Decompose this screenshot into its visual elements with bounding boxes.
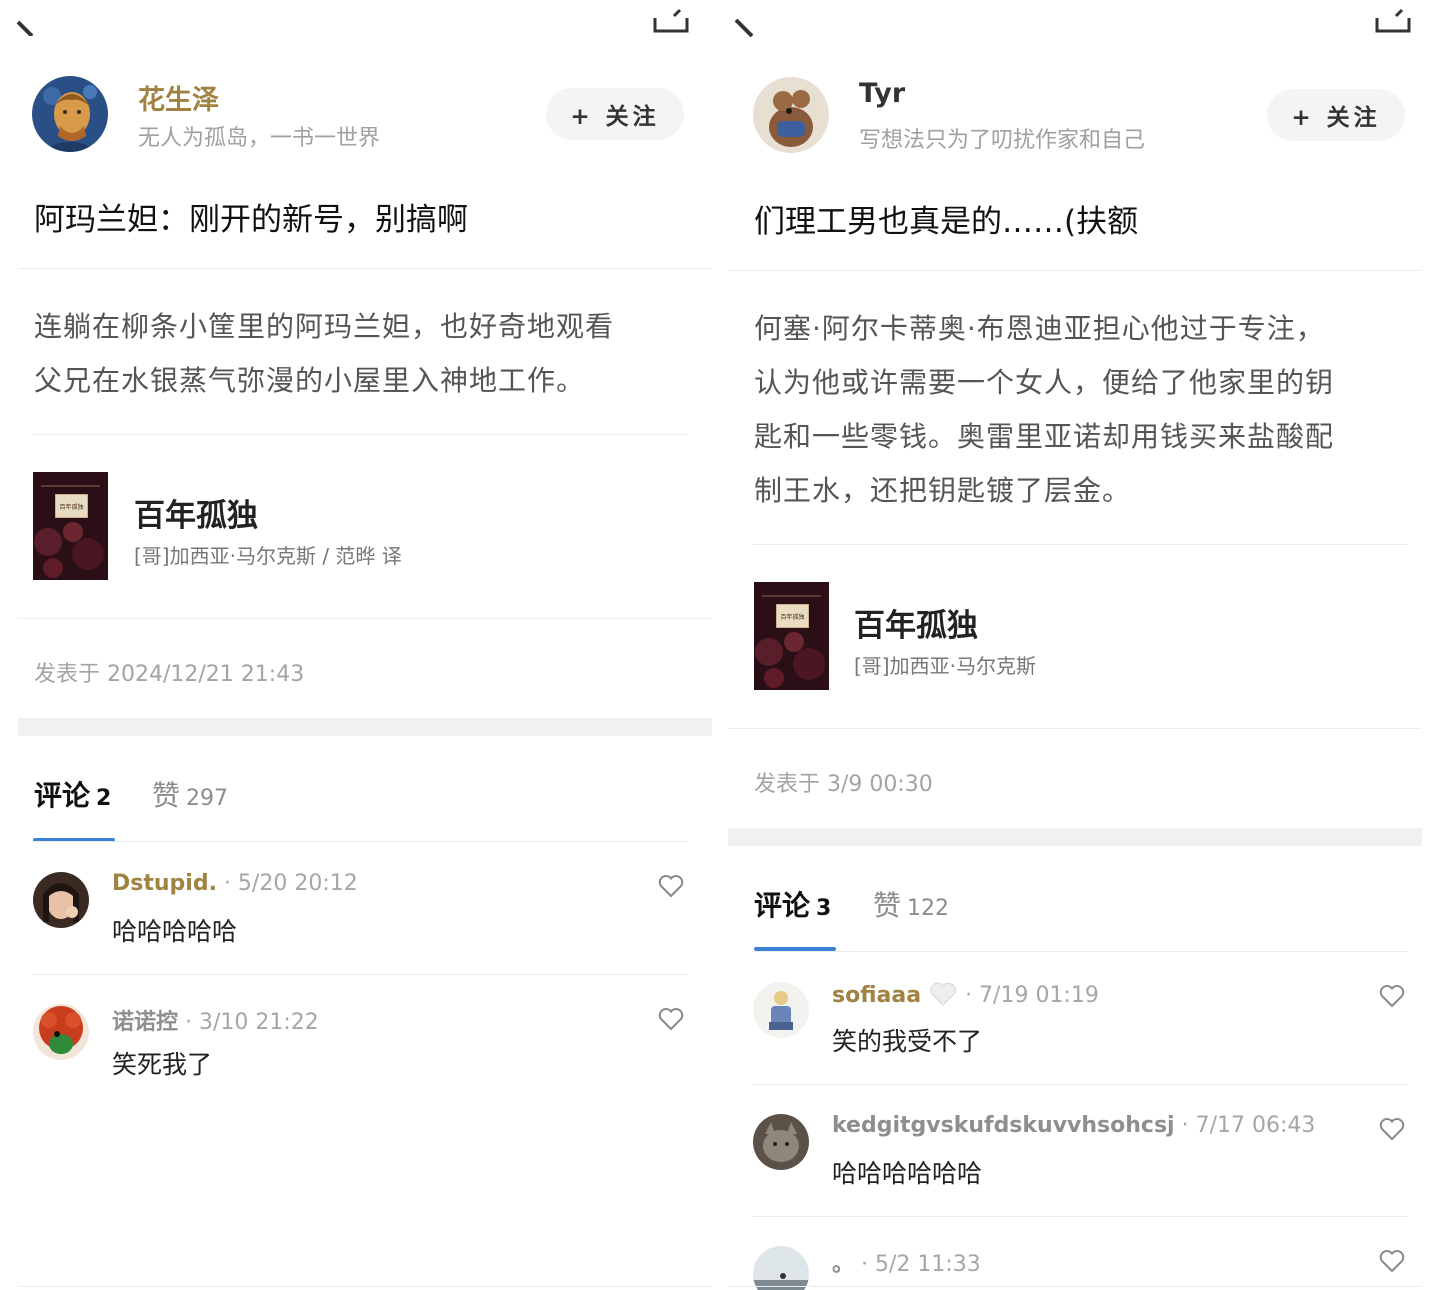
tab-comments[interactable]: 评论 3 (754, 884, 831, 924)
comment-text: 哈哈哈哈哈哈 (832, 1159, 983, 1188)
divider (18, 1286, 712, 1287)
commenter-avatar[interactable] (753, 1246, 809, 1290)
white-heart-icon (930, 982, 956, 1006)
commenter-name[interactable]: Dstupid. (112, 871, 217, 896)
post-body: 连躺在柳条小筐里的阿玛兰妲，也好奇地观看 父兄在水银蒸气弥漫的小屋里入神地工作。 (34, 300, 694, 408)
comment-time: · 3/10 21:22 (185, 1010, 319, 1035)
post-date: 发表于 3/9 00:30 (754, 772, 933, 797)
divider (728, 728, 1422, 729)
post-title: 阿玛兰妲：刚开的新号，别搞啊 (34, 202, 468, 238)
post-body-line: 制王水，还把钥匙镀了层金。 (754, 474, 1132, 507)
book-cover[interactable]: 百年孤独 (33, 472, 108, 580)
right-post-panel: Tyr 写想法只为了叨扰作家和自己 + 关注 们理工男也真是的……(扶额 何塞·… (720, 0, 1440, 1290)
divider (752, 1216, 1408, 1217)
book-cover[interactable]: 百年孤独 (754, 582, 829, 690)
commenter-avatar[interactable] (753, 982, 809, 1038)
like-heart-icon[interactable] (658, 1007, 684, 1031)
post-title: 们理工男也真是的……(扶额 (754, 204, 1139, 240)
divider (32, 974, 688, 975)
book-cover-label: 百年孤独 (55, 494, 88, 518)
book-author: [哥]加西亚·马尔克斯 (854, 654, 1036, 678)
book-title[interactable]: 百年孤独 (134, 490, 258, 535)
author-bio: 写想法只为了叨扰作家和自己 (859, 128, 1146, 153)
author-name[interactable]: 花生泽 (138, 78, 219, 117)
post-body: 何塞·阿尔卡蒂奥·布恩迪亚担心他过于专注， 认为他或许需要一个女人，便给了他家里… (754, 302, 1424, 518)
post-body-line: 认为他或许需要一个女人，便给了他家里的钥 (754, 366, 1335, 399)
book-author: [哥]加西亚·马尔克斯 / 范晔 译 (134, 544, 402, 568)
like-heart-icon[interactable] (1379, 1249, 1405, 1273)
book-cover-label: 百年孤独 (776, 604, 809, 628)
share-icon[interactable] (652, 8, 690, 34)
commenter-name[interactable]: 诺诺控 (112, 1010, 178, 1035)
divider (728, 270, 1422, 271)
divider (752, 1084, 1408, 1085)
divider (18, 268, 712, 269)
commenter-avatar[interactable] (33, 1004, 89, 1060)
author-avatar[interactable] (753, 77, 829, 153)
post-body-line: 连躺在柳条小筐里的阿玛兰妲，也好奇地观看 (34, 310, 615, 343)
divider (728, 1286, 1422, 1287)
post-body-line: 何塞·阿尔卡蒂奥·布恩迪亚担心他过于专注， (754, 312, 1325, 345)
comment-time: · 7/17 06:43 (1181, 1113, 1316, 1138)
author-bio: 无人为孤岛，一书一世界 (138, 126, 381, 151)
post-body-line: 匙和一些零钱。奥雷里亚诺却用钱买来盐酸配 (754, 420, 1335, 453)
post-date: 发表于 2024/12/21 21:43 (34, 662, 305, 687)
post-body-line: 父兄在水银蒸气弥漫的小屋里入神地工作。 (34, 364, 586, 397)
comment-time: · 5/2 11:33 (861, 1252, 981, 1277)
author-name[interactable]: Tyr (859, 78, 905, 109)
share-icon[interactable] (1374, 8, 1412, 34)
divider (752, 951, 1408, 952)
like-heart-icon[interactable] (1379, 984, 1405, 1008)
commenter-avatar[interactable] (33, 872, 89, 928)
comment-text: 哈哈哈哈哈 (112, 917, 238, 946)
tab-comments[interactable]: 评论 2 (34, 774, 111, 814)
author-avatar[interactable] (32, 76, 108, 152)
section-separator (728, 828, 1422, 846)
comment-text: 笑死我了 (112, 1050, 213, 1079)
divider (32, 434, 688, 435)
commenter-name[interactable]: 。 (832, 1252, 854, 1277)
comment-time: · 5/20 20:12 (223, 871, 358, 896)
left-post-panel: 花生泽 无人为孤岛，一书一世界 + 关注 阿玛兰妲：刚开的新号，别搞啊 连躺在柳… (0, 0, 720, 1290)
divider (18, 618, 712, 619)
back-icon[interactable] (14, 8, 38, 36)
back-icon[interactable] (732, 8, 758, 38)
commenter-name[interactable]: kedgitgvskufdskuvvhsohcsj (832, 1113, 1175, 1138)
like-heart-icon[interactable] (658, 874, 684, 898)
divider (752, 544, 1408, 545)
commenter-name[interactable]: sofiaaa (832, 983, 921, 1008)
like-heart-icon[interactable] (1379, 1117, 1405, 1141)
comment-text: 笑的我受不了 (832, 1027, 983, 1056)
section-separator (18, 718, 712, 736)
commenter-avatar[interactable] (753, 1114, 809, 1170)
book-title[interactable]: 百年孤独 (854, 600, 978, 645)
follow-button[interactable]: + 关注 (1267, 89, 1405, 141)
follow-button[interactable]: + 关注 (546, 88, 684, 140)
divider (32, 841, 688, 842)
comment-time: · 7/19 01:19 (965, 983, 1099, 1008)
tab-likes[interactable]: 赞 122 (873, 884, 949, 924)
tab-likes[interactable]: 赞 297 (152, 774, 228, 814)
